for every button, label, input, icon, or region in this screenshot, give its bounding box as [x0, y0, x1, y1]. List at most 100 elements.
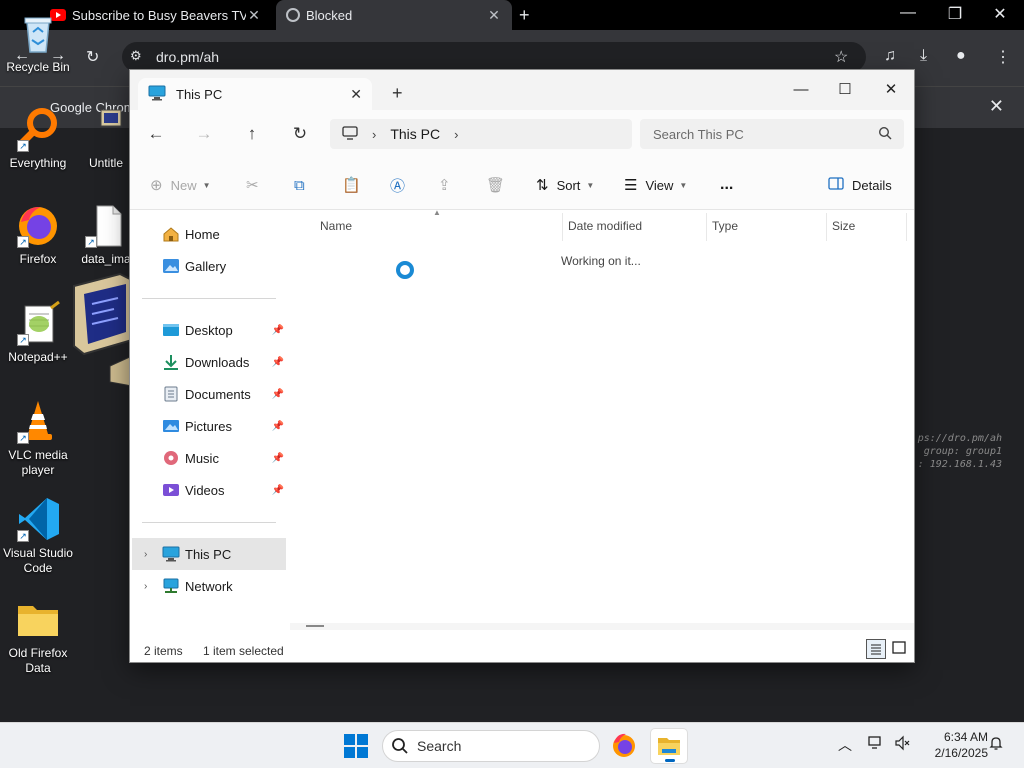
rename-button[interactable]: Ⓐ [390, 173, 405, 197]
clipboard-icon: 📋 [342, 177, 361, 194]
large-icons-view-button[interactable] [890, 639, 910, 659]
delete-button[interactable]: 🗑 [486, 173, 505, 197]
column-divider[interactable] [562, 213, 563, 241]
nav-item-pictures[interactable]: Pictures 📌 [132, 410, 286, 442]
column-divider[interactable] [906, 213, 907, 241]
new-tab-button[interactable]: + [392, 83, 403, 104]
desktop-icon-data-image[interactable]: ↗ data_ima [76, 202, 136, 267]
explorer-tab[interactable]: This PC ✕ [138, 78, 372, 110]
clock-date: 2/16/2025 [934, 746, 988, 760]
network-status-icon[interactable] [868, 735, 884, 754]
nav-item-documents[interactable]: Documents 📌 [132, 378, 286, 410]
nav-item-home[interactable]: Home [132, 218, 286, 250]
refresh-button[interactable]: ↻ [286, 122, 314, 146]
desktop-icon-recycle-bin[interactable]: Recycle Bin [0, 10, 76, 75]
desktop-icon-notepad-plus-plus[interactable]: ↗ Notepad++ [0, 300, 76, 365]
nav-item-label: Desktop [185, 322, 233, 338]
minimize-button[interactable]: — [893, 4, 923, 22]
forward-button[interactable]: → [190, 122, 218, 146]
minimize-button[interactable]: — [778, 75, 824, 105]
notification-bell-icon[interactable] [988, 735, 1004, 754]
column-header-name[interactable]: Name [320, 219, 352, 233]
restore-button[interactable]: ❐ [940, 4, 970, 24]
explorer-titlebar: This PC ✕ + — ☐ ✕ [130, 70, 914, 110]
nav-item-downloads[interactable]: Downloads 📌 [132, 346, 286, 378]
scrollbar-thumb[interactable] [306, 625, 324, 627]
close-icon[interactable]: ✕ [989, 96, 1004, 117]
desktop-icon-untitled[interactable]: Untitle [76, 106, 136, 171]
close-icon[interactable]: ✕ [486, 7, 502, 24]
column-divider[interactable] [706, 213, 707, 241]
horizontal-scrollbar[interactable] [290, 623, 914, 630]
desktop-icon-vlc[interactable]: ↗ VLC media player [0, 398, 76, 478]
windows-start-icon[interactable] [344, 734, 368, 758]
close-window-button[interactable]: ✕ [985, 4, 1015, 24]
media-control-icon[interactable]: ♫ [884, 47, 896, 65]
nav-item-music[interactable]: Music 📌 [132, 442, 286, 474]
taskbar-file-explorer[interactable] [651, 729, 687, 763]
close-icon[interactable]: ✕ [350, 86, 362, 103]
chevron-right-icon[interactable]: › [144, 581, 147, 592]
copy-button[interactable]: ⧉ [294, 173, 305, 197]
nav-item-videos[interactable]: Videos 📌 [132, 474, 286, 506]
chevron-up-icon[interactable]: ︿ [838, 735, 852, 755]
close-window-button[interactable]: ✕ [868, 75, 914, 105]
nav-item-desktop[interactable]: Desktop 📌 [132, 314, 286, 346]
volume-muted-icon[interactable] [894, 735, 910, 754]
explorer-address-bar: ← → ↑ ↻ › This PC › Search This PC [130, 110, 914, 158]
desktop-icon-everything[interactable]: ↗ Everything [0, 106, 76, 171]
nav-item-gallery[interactable]: Gallery [132, 250, 286, 282]
view-button[interactable]: ☰ View ▼ [624, 173, 687, 197]
reload-icon[interactable]: ↻ [86, 47, 99, 67]
pin-icon[interactable]: 📌 [272, 325, 284, 336]
nav-item-network[interactable]: › Network [132, 570, 286, 602]
firefox-icon [613, 733, 635, 757]
column-header-date-modified[interactable]: Date modified [568, 219, 642, 233]
download-icon[interactable]: ⤓ [920, 47, 927, 65]
paste-button[interactable]: 📋 [342, 173, 361, 197]
details-pane-button[interactable]: Details [828, 173, 892, 197]
back-button[interactable]: ← [142, 122, 170, 146]
bookmark-star-icon[interactable]: ☆ [834, 47, 848, 67]
pin-icon[interactable]: 📌 [272, 357, 284, 368]
new-button[interactable]: ⊕ New ▼ [150, 173, 211, 197]
desktop-icon-old-firefox-data[interactable]: Old Firefox Data [0, 596, 76, 676]
menu-icon[interactable]: ⋮ [995, 47, 1011, 67]
address-bar[interactable] [122, 42, 866, 72]
taskbar-clock[interactable]: 6:34 AM 2/16/2025 [920, 729, 988, 761]
chevron-right-icon[interactable]: › [454, 127, 458, 142]
pin-icon[interactable]: 📌 [272, 421, 284, 432]
column-header-size[interactable]: Size [832, 219, 855, 233]
cut-button[interactable]: ✂ [246, 173, 259, 197]
taskbar-firefox[interactable] [606, 729, 642, 763]
taskbar-search-placeholder: Search [417, 738, 462, 754]
breadcrumb[interactable]: › This PC › [330, 119, 632, 149]
column-divider[interactable] [826, 213, 827, 241]
maximize-button[interactable]: ☐ [822, 75, 868, 105]
new-tab-button[interactable]: + [519, 5, 530, 26]
desktop-icon-vscode[interactable]: ↗ Visual Studio Code [0, 496, 76, 576]
pin-icon[interactable]: 📌 [272, 453, 284, 464]
up-button[interactable]: ↑ [238, 122, 266, 146]
chevron-right-icon[interactable]: › [372, 127, 376, 142]
globe-icon [286, 8, 300, 22]
share-button[interactable]: ⇪ [438, 173, 451, 197]
desktop-icon-firefox[interactable]: ↗ Firefox [0, 202, 76, 267]
details-view-button[interactable] [866, 639, 886, 659]
column-header-type[interactable]: Type [712, 219, 738, 233]
search-input[interactable]: Search This PC [640, 119, 904, 149]
browser-tab-blocked[interactable]: Blocked ✕ [276, 0, 512, 30]
pin-icon[interactable]: 📌 [272, 485, 284, 496]
pin-icon[interactable]: 📌 [272, 389, 284, 400]
more-options-button[interactable]: ... [720, 173, 733, 197]
site-info-icon[interactable]: ⚙ [130, 48, 142, 64]
chevron-right-icon[interactable]: › [144, 549, 147, 560]
profile-icon[interactable]: ● [956, 47, 966, 65]
sort-button[interactable]: ⇅ Sort ▼ [536, 173, 594, 197]
breadcrumb-segment[interactable]: This PC [390, 126, 440, 142]
taskbar-search-box[interactable]: Search [382, 730, 600, 762]
nav-item-this-pc[interactable]: › This PC [132, 538, 286, 570]
sort-icon: ⇅ [536, 177, 549, 194]
close-icon[interactable]: ✕ [246, 7, 262, 24]
folder-icon [15, 596, 61, 642]
